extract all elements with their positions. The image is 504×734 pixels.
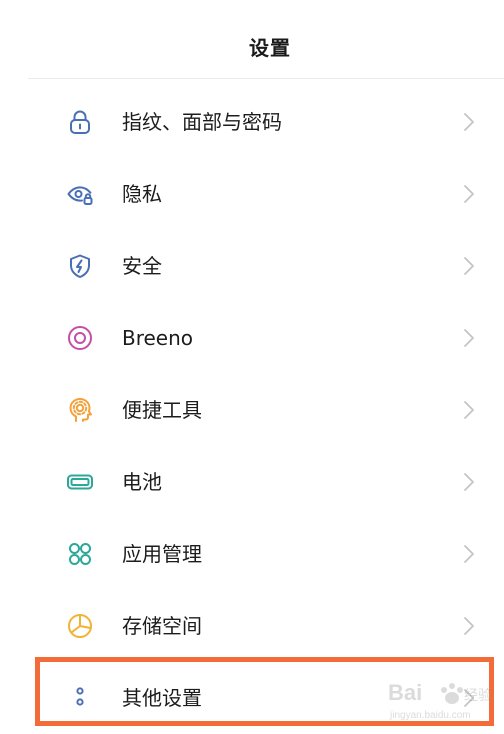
settings-item-convenience-tools[interactable]: 便捷工具 (0, 374, 504, 446)
page-title: 设置 (249, 36, 291, 60)
settings-item-label: 其他设置 (122, 686, 202, 710)
settings-item-privacy[interactable]: 隐私 (0, 158, 504, 230)
settings-item-security[interactable]: 安全 (0, 230, 504, 302)
chevron-right-icon (462, 183, 476, 205)
settings-item-fingerprint-face-password[interactable]: 指纹、面部与密码 (0, 86, 504, 158)
lock-icon (66, 108, 94, 136)
battery-icon (66, 468, 94, 496)
chevron-right-icon (462, 471, 476, 493)
more-dots-icon (66, 684, 94, 712)
settings-item-storage[interactable]: 存储空间 (0, 590, 504, 662)
header-divider (28, 78, 504, 79)
header-bar: 设置 (0, 0, 504, 79)
settings-item-app-management[interactable]: 应用管理 (0, 518, 504, 590)
settings-item-label: 指纹、面部与密码 (122, 110, 282, 134)
settings-item-label: 隐私 (122, 182, 162, 206)
settings-item-label: 电池 (122, 470, 162, 494)
settings-list: 指纹、面部与密码 隐私 安全 Breeno 便捷工具 电池 应用管理 存储空间 … (0, 86, 504, 734)
settings-item-label: 安全 (122, 254, 162, 278)
privacy-eye-lock-icon (66, 180, 94, 208)
chevron-right-icon (462, 543, 476, 565)
settings-item-label: 存储空间 (122, 614, 202, 638)
chevron-right-icon (462, 687, 476, 709)
head-gear-icon (66, 396, 94, 424)
settings-item-label: 应用管理 (122, 542, 202, 566)
settings-item-breeno[interactable]: Breeno (0, 302, 504, 374)
chevron-right-icon (462, 399, 476, 421)
chevron-right-icon (462, 615, 476, 637)
settings-item-label: Breeno (122, 326, 194, 350)
storage-pie-icon (66, 612, 94, 640)
app-grid-icon (66, 540, 94, 568)
chevron-right-icon (462, 327, 476, 349)
settings-item-battery[interactable]: 电池 (0, 446, 504, 518)
chevron-right-icon (462, 111, 476, 133)
chevron-right-icon (462, 255, 476, 277)
settings-item-label: 便捷工具 (122, 398, 202, 422)
settings-item-other-settings[interactable]: 其他设置 (0, 662, 504, 734)
breeno-ring-icon (66, 324, 94, 352)
shield-bolt-icon (66, 252, 94, 280)
